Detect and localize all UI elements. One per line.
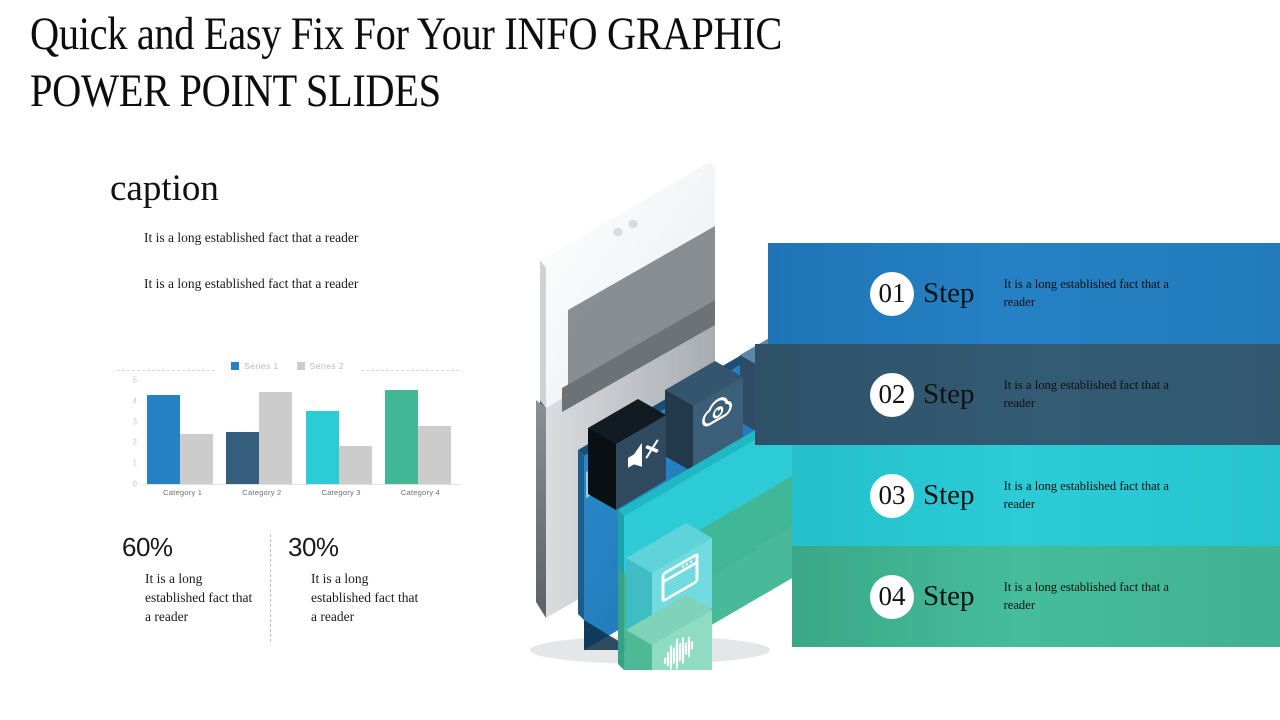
step-description: It is a long established fact that a rea… (1003, 276, 1169, 309)
step-bar[interactable]: 04 Step It is a long established fact that… (792, 546, 1280, 647)
step-list: 01 Step It is a long established fact that… (0, 0, 1280, 720)
step-bar[interactable]: 02 Step It is a long established fact that… (755, 344, 1280, 445)
step-description: It is a long established fact that a rea… (1003, 478, 1169, 511)
step-label: Step (923, 479, 975, 511)
step-number-badge: 03 (870, 473, 914, 518)
step-number-badge: 01 (870, 271, 914, 316)
step-number-badge: 04 (870, 574, 914, 619)
step-label: Step (923, 277, 975, 309)
step-bar[interactable]: 01 Step It is a long established fact that… (768, 243, 1280, 344)
step-description: It is a long established fact that a rea… (1003, 579, 1169, 612)
step-bar[interactable]: 03 Step It is a long established fact that… (792, 445, 1280, 546)
step-description: It is a long established fact that a rea… (1003, 377, 1169, 410)
slide-canvas: Quick and Easy Fix For Your INFO GRAPHIC… (0, 0, 1280, 720)
step-label: Step (923, 580, 975, 612)
step-number-badge: 02 (870, 372, 914, 417)
step-label: Step (923, 378, 975, 410)
